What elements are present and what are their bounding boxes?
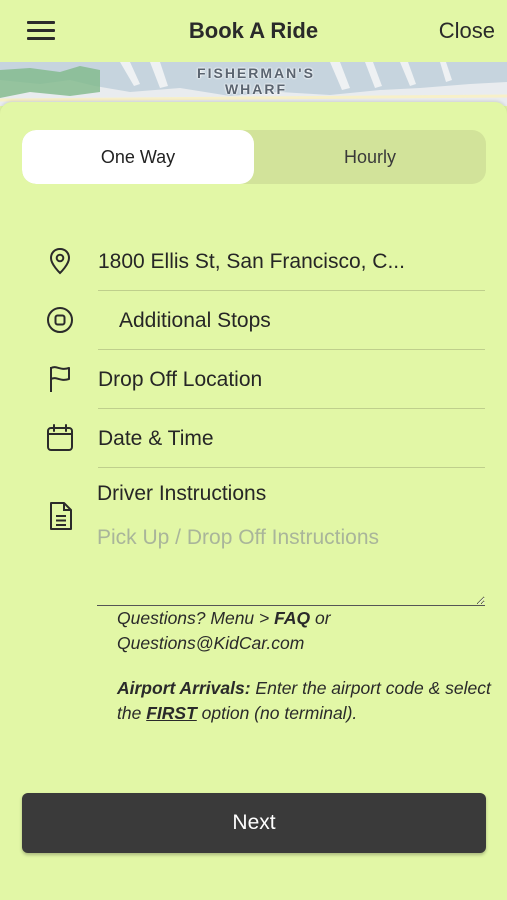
pickup-row[interactable]: 1800 Ellis St, San Francisco, C... bbox=[0, 232, 507, 291]
additional-stops-row[interactable]: Additional Stops bbox=[0, 291, 507, 350]
dropoff-row[interactable]: Drop Off Location bbox=[0, 350, 507, 409]
flag-icon bbox=[50, 366, 70, 392]
datetime-label: Date & Time bbox=[98, 427, 214, 450]
map-label: FISHERMAN'S WHARF bbox=[197, 65, 315, 97]
header-bar: Book A Ride Close bbox=[0, 0, 507, 62]
airport-note: Airport Arrivals: Enter the airport code… bbox=[117, 678, 491, 723]
calendar-icon bbox=[47, 424, 73, 451]
additional-stops-label: Additional Stops bbox=[119, 309, 271, 332]
booking-panel: One Way Hourly 1800 Ellis St, San Franci… bbox=[0, 102, 507, 900]
support-email: Questions@KidCar.com bbox=[117, 633, 305, 653]
close-button[interactable]: Close bbox=[439, 18, 495, 44]
segment-one-way[interactable]: One Way bbox=[22, 130, 254, 184]
stop-circle-icon bbox=[47, 307, 73, 333]
faq-note: Questions? Menu > FAQ or Questions@KidCa… bbox=[117, 608, 331, 653]
page-title: Book A Ride bbox=[188, 18, 319, 43]
location-pin-icon bbox=[49, 247, 71, 275]
pickup-address: 1800 Ellis St, San Francisco, C... bbox=[98, 250, 405, 273]
driver-instructions-label: Driver Instructions bbox=[97, 482, 267, 505]
divider bbox=[98, 467, 485, 468]
ride-type-segmented-control: One Way Hourly bbox=[22, 130, 486, 184]
document-icon bbox=[50, 502, 72, 530]
segment-hourly[interactable]: Hourly bbox=[254, 130, 486, 184]
map-view[interactable]: FISHERMAN'S WHARF bbox=[0, 62, 507, 106]
next-button[interactable]: Next bbox=[22, 793, 486, 853]
dropoff-label: Drop Off Location bbox=[98, 368, 263, 391]
datetime-row[interactable]: Date & Time bbox=[0, 409, 507, 468]
driver-instructions-input[interactable] bbox=[97, 526, 485, 606]
